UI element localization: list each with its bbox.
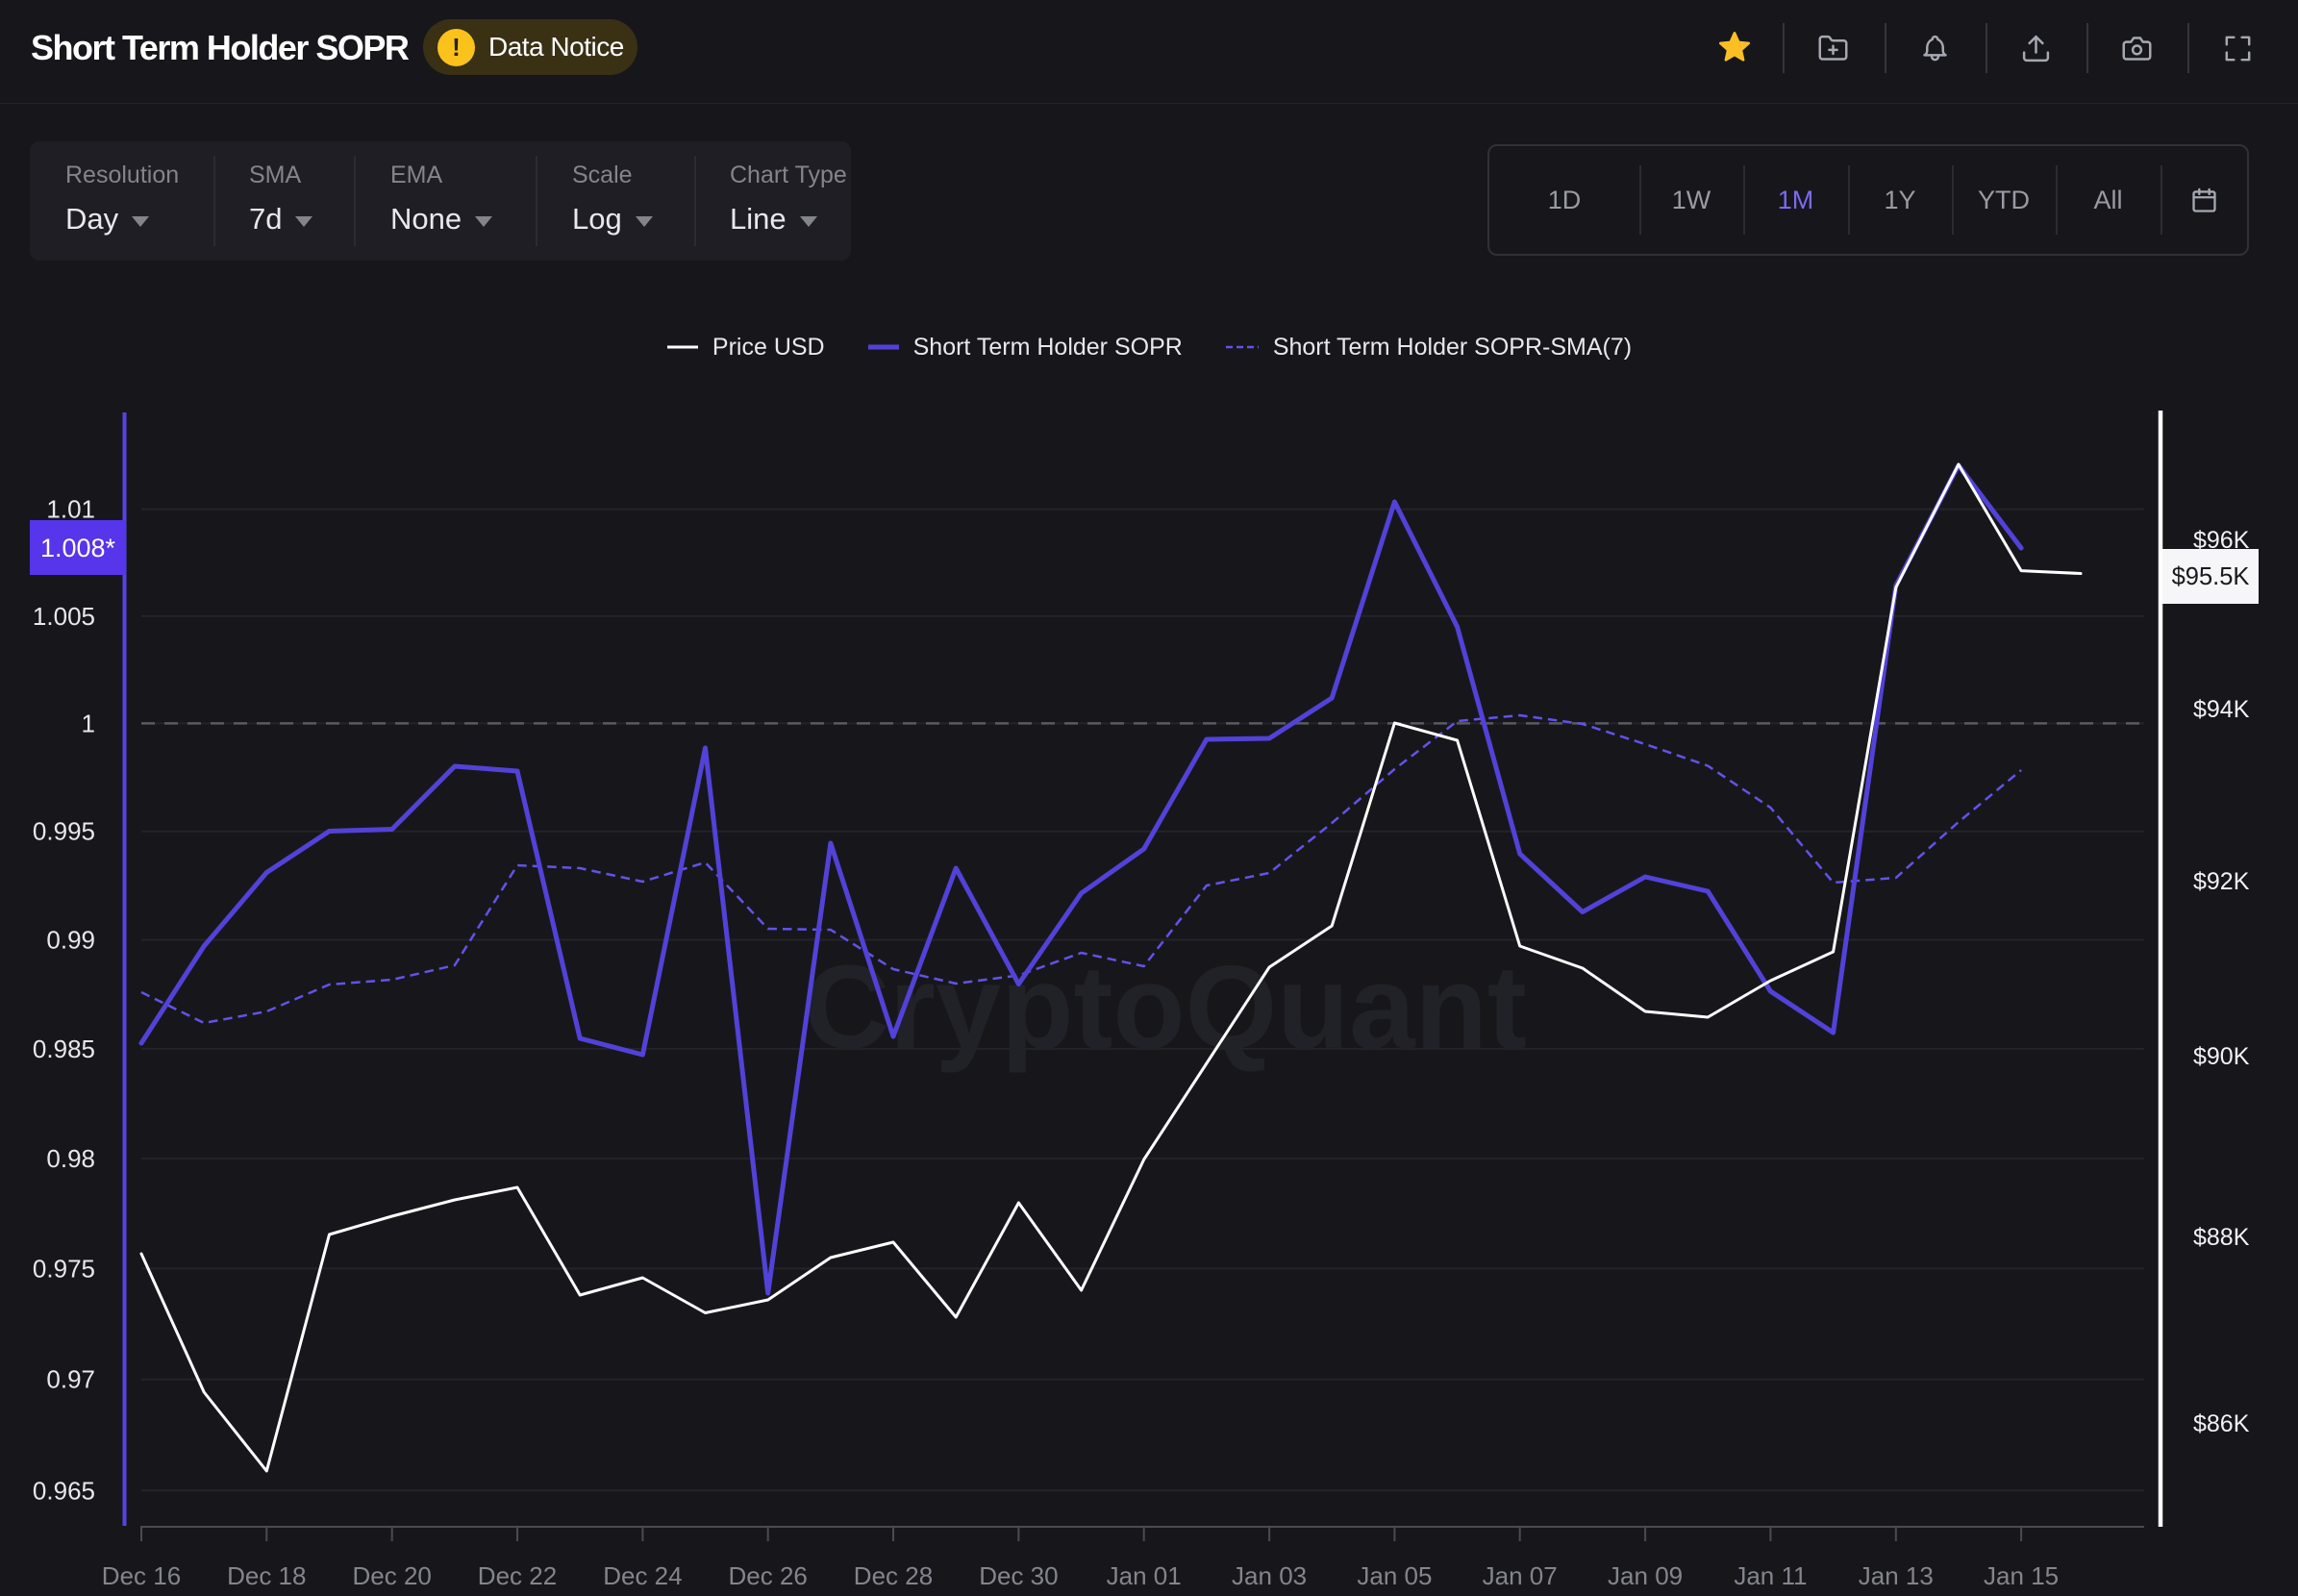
svg-text:CryptoQuant: CryptoQuant bbox=[804, 942, 1527, 1074]
svg-text:Dec 28: Dec 28 bbox=[854, 1561, 933, 1590]
svg-text:$90K: $90K bbox=[2193, 1043, 2250, 1070]
svg-text:1: 1 bbox=[82, 709, 95, 737]
svg-text:$95.5K: $95.5K bbox=[2172, 563, 2250, 590]
svg-text:Dec 20: Dec 20 bbox=[353, 1561, 432, 1590]
svg-text:Jan 13: Jan 13 bbox=[1859, 1561, 1934, 1590]
svg-text:1.008*: 1.008* bbox=[40, 534, 116, 562]
svg-text:Jan 15: Jan 15 bbox=[1984, 1561, 2059, 1590]
svg-text:0.975: 0.975 bbox=[33, 1254, 95, 1283]
svg-text:Dec 22: Dec 22 bbox=[478, 1561, 557, 1590]
svg-text:1.005: 1.005 bbox=[33, 602, 95, 631]
svg-text:Dec 24: Dec 24 bbox=[603, 1561, 682, 1590]
svg-text:1.01: 1.01 bbox=[46, 495, 95, 524]
svg-text:$86K: $86K bbox=[2193, 1410, 2250, 1437]
svg-text:0.965: 0.965 bbox=[33, 1476, 95, 1505]
svg-text:$94K: $94K bbox=[2193, 696, 2250, 723]
svg-text:Dec 26: Dec 26 bbox=[729, 1561, 808, 1590]
svg-text:Dec 16: Dec 16 bbox=[102, 1561, 181, 1590]
svg-text:Dec 18: Dec 18 bbox=[227, 1561, 306, 1590]
svg-text:Jan 07: Jan 07 bbox=[1483, 1561, 1558, 1590]
svg-text:$92K: $92K bbox=[2193, 868, 2250, 895]
svg-text:0.985: 0.985 bbox=[33, 1035, 95, 1063]
svg-text:Jan 01: Jan 01 bbox=[1107, 1561, 1182, 1590]
svg-text:Jan 09: Jan 09 bbox=[1608, 1561, 1683, 1590]
svg-text:0.98: 0.98 bbox=[46, 1144, 95, 1173]
svg-text:0.99: 0.99 bbox=[46, 926, 95, 955]
svg-text:Dec 30: Dec 30 bbox=[979, 1561, 1058, 1590]
svg-text:$88K: $88K bbox=[2193, 1224, 2250, 1251]
svg-text:Jan 03: Jan 03 bbox=[1232, 1561, 1307, 1590]
svg-text:Jan 05: Jan 05 bbox=[1357, 1561, 1432, 1590]
svg-text:0.995: 0.995 bbox=[33, 817, 95, 846]
svg-text:Jan 11: Jan 11 bbox=[1734, 1561, 1807, 1590]
svg-text:0.97: 0.97 bbox=[46, 1365, 95, 1394]
